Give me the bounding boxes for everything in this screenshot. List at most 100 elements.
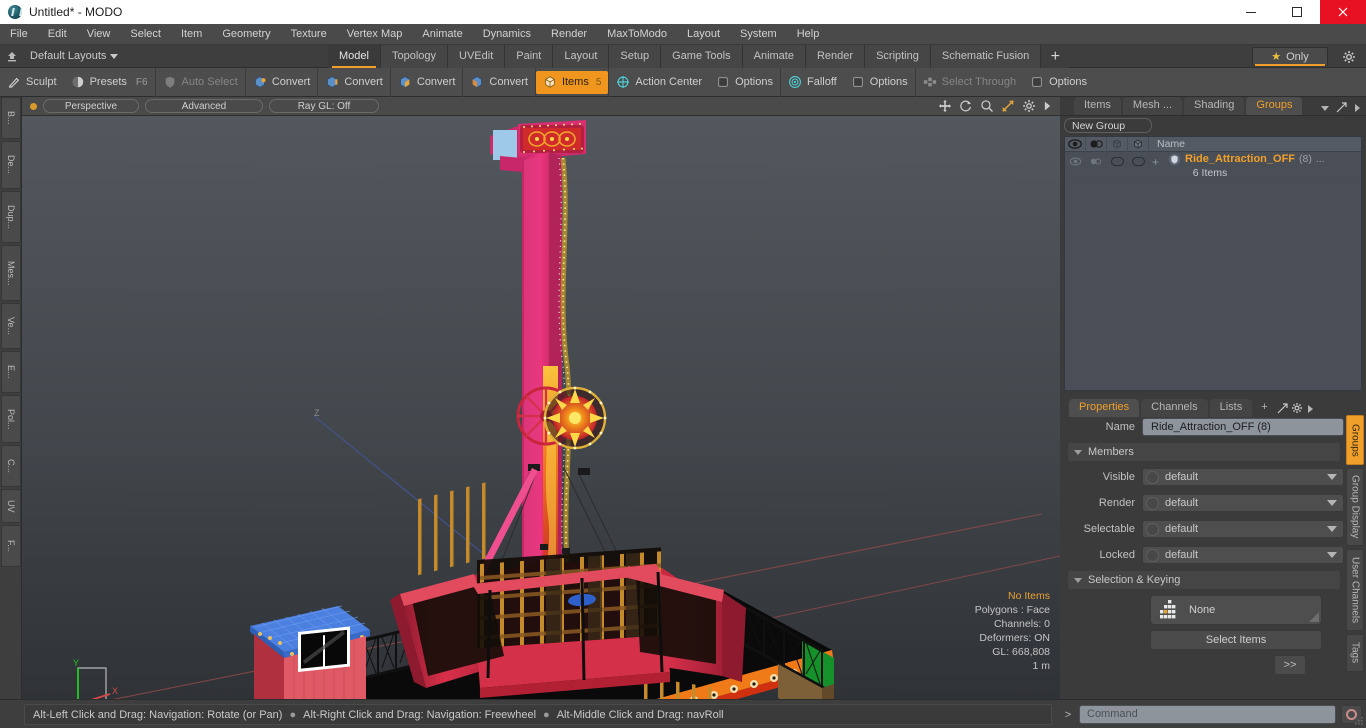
convert-edge-button[interactable]: Convert [318, 71, 390, 94]
falloff-button[interactable]: Falloff [781, 71, 844, 94]
expand-icon[interactable] [1277, 403, 1288, 414]
zoom-icon[interactable] [980, 99, 994, 113]
maximize-button[interactable] [1274, 0, 1320, 24]
auto-select-button[interactable]: Auto Select [156, 71, 245, 94]
tab-channels[interactable]: Channels [1141, 399, 1208, 417]
more-options-button[interactable]: >> [1274, 655, 1306, 675]
action-center-button[interactable]: Action Center [609, 71, 709, 94]
menu-render[interactable]: Render [541, 24, 597, 45]
menu-texture[interactable]: Texture [281, 24, 337, 45]
rotate-icon[interactable] [959, 99, 973, 113]
layout-tab-scripting[interactable]: Scripting [865, 45, 931, 68]
selection-keying-section-header[interactable]: Selection & Keying [1068, 571, 1340, 589]
wireframe-cube-icon[interactable] [1107, 136, 1128, 152]
chevron-right-icon[interactable] [1043, 99, 1052, 113]
layout-tab-setup[interactable]: Setup [609, 45, 662, 68]
render-knob-icon[interactable] [1146, 496, 1159, 510]
home-up-icon[interactable] [0, 45, 24, 68]
menu-view[interactable]: View [77, 24, 121, 45]
left-tab-mesh-edit[interactable]: Mes... [1, 245, 21, 301]
layout-tab-uvedit[interactable]: UVEdit [448, 45, 506, 68]
left-tab-edge[interactable]: E... [1, 351, 21, 393]
left-tab-deform[interactable]: De... [1, 141, 21, 189]
select-through-options-button[interactable]: Options [1023, 71, 1094, 94]
items-button[interactable]: Items 5 [535, 70, 609, 94]
fit-icon[interactable] [1001, 99, 1015, 113]
selectable-dropdown[interactable]: default [1142, 520, 1344, 538]
chevron-down-icon[interactable] [1320, 103, 1330, 113]
menu-edit[interactable]: Edit [38, 24, 77, 45]
left-tab-basic[interactable]: B... [1, 97, 21, 139]
select-items-button[interactable]: Select Items [1150, 630, 1322, 650]
visible-dropdown[interactable]: default [1142, 468, 1344, 486]
menu-vertex-map[interactable]: Vertex Map [337, 24, 413, 45]
groups-list[interactable]: Name + Ride_Attraction_OFF (8) ... 6 Ite… [1064, 136, 1362, 391]
row-wireframe-toggle[interactable] [1107, 154, 1128, 169]
layout-tab-layout[interactable]: Layout [553, 45, 610, 68]
locked-dropdown[interactable]: default [1142, 546, 1344, 564]
add-layout-button[interactable]: + [1041, 45, 1070, 68]
select-through-button[interactable]: Select Through [916, 71, 1023, 94]
menu-maxtomodo[interactable]: MaxToModo [597, 24, 677, 45]
minimize-button[interactable] [1228, 0, 1274, 24]
menu-system[interactable]: System [730, 24, 787, 45]
layout-tab-topology[interactable]: Topology [380, 45, 449, 68]
panel-menu-dot-icon[interactable] [1060, 96, 1074, 115]
menu-layout[interactable]: Layout [677, 24, 730, 45]
convert-material-button[interactable]: Convert [463, 71, 535, 94]
convert-polygon-button[interactable]: Convert [391, 71, 463, 94]
left-tab-polygon[interactable]: Pol... [1, 395, 21, 443]
tab-items[interactable]: Items [1074, 97, 1121, 115]
selectable-knob-icon[interactable] [1146, 522, 1159, 536]
solid-cube-icon[interactable] [1128, 136, 1149, 152]
only-toggle-button[interactable]: ★ Only [1252, 47, 1328, 66]
side-tab-group-display[interactable]: Group Display [1346, 468, 1364, 546]
tab-properties[interactable]: Properties [1069, 399, 1140, 417]
row-shading-icon[interactable] [1086, 154, 1107, 169]
menu-dynamics[interactable]: Dynamics [473, 24, 541, 45]
gear-icon[interactable] [1340, 48, 1358, 66]
menu-select[interactable]: Select [120, 24, 171, 45]
action-center-options-button[interactable]: Options [709, 71, 780, 94]
properties-menu-dot-icon[interactable] [1060, 405, 1069, 417]
left-tab-uv[interactable]: UV [1, 489, 21, 523]
menu-animate[interactable]: Animate [412, 24, 472, 45]
viewport-raygl-dropdown[interactable]: Ray GL: Off [269, 99, 379, 113]
members-section-header[interactable]: Members [1068, 443, 1340, 461]
side-tab-user-channels[interactable]: User Channels [1346, 549, 1364, 631]
left-tab-fusion[interactable]: F... [1, 525, 21, 567]
viewport-projection-dropdown[interactable]: Perspective [43, 99, 139, 113]
gear-icon[interactable] [1022, 99, 1036, 113]
layout-tab-model[interactable]: Model [328, 45, 381, 68]
move-icon[interactable] [938, 99, 952, 113]
close-button[interactable] [1320, 0, 1366, 24]
expand-group-button[interactable]: + [1152, 155, 1159, 169]
new-group-button[interactable]: New Group [1064, 118, 1152, 133]
layout-tab-game-tools[interactable]: Game Tools [661, 45, 743, 68]
add-properties-tab-button[interactable]: + [1254, 399, 1274, 417]
sculpt-button[interactable]: Sculpt [0, 71, 64, 94]
left-tab-vertex[interactable]: Ve... [1, 303, 21, 349]
locked-knob-icon[interactable] [1146, 548, 1159, 562]
group-entry[interactable]: Ride_Attraction_OFF (8) ... [1153, 152, 1361, 166]
tab-mesh[interactable]: Mesh ... [1122, 97, 1183, 115]
menu-item[interactable]: Item [171, 24, 212, 45]
tab-shading[interactable]: Shading [1184, 97, 1245, 115]
chevron-right-icon[interactable] [1353, 103, 1361, 113]
tab-groups[interactable]: Groups [1246, 97, 1303, 115]
render-dropdown[interactable]: default [1142, 494, 1344, 512]
table-row[interactable]: + Ride_Attraction_OFF (8) ... 6 Items [1065, 152, 1361, 180]
default-layouts-dropdown[interactable]: Default Layouts [24, 50, 124, 62]
selection-set-button[interactable]: None [1150, 595, 1322, 625]
menu-geometry[interactable]: Geometry [212, 24, 280, 45]
name-field[interactable]: Ride_Attraction_OFF (8) [1142, 418, 1344, 436]
layout-tab-render[interactable]: Render [805, 45, 866, 68]
layout-tab-paint[interactable]: Paint [505, 45, 554, 68]
visible-eye-icon[interactable] [1065, 136, 1086, 152]
shading-icon[interactable] [1086, 136, 1107, 152]
layout-tab-animate[interactable]: Animate [742, 45, 806, 68]
viewport-shading-dropdown[interactable]: Advanced [145, 99, 263, 113]
visible-knob-icon[interactable] [1146, 470, 1159, 484]
menu-help[interactable]: Help [787, 24, 830, 45]
left-tab-curve[interactable]: C... [1, 445, 21, 487]
